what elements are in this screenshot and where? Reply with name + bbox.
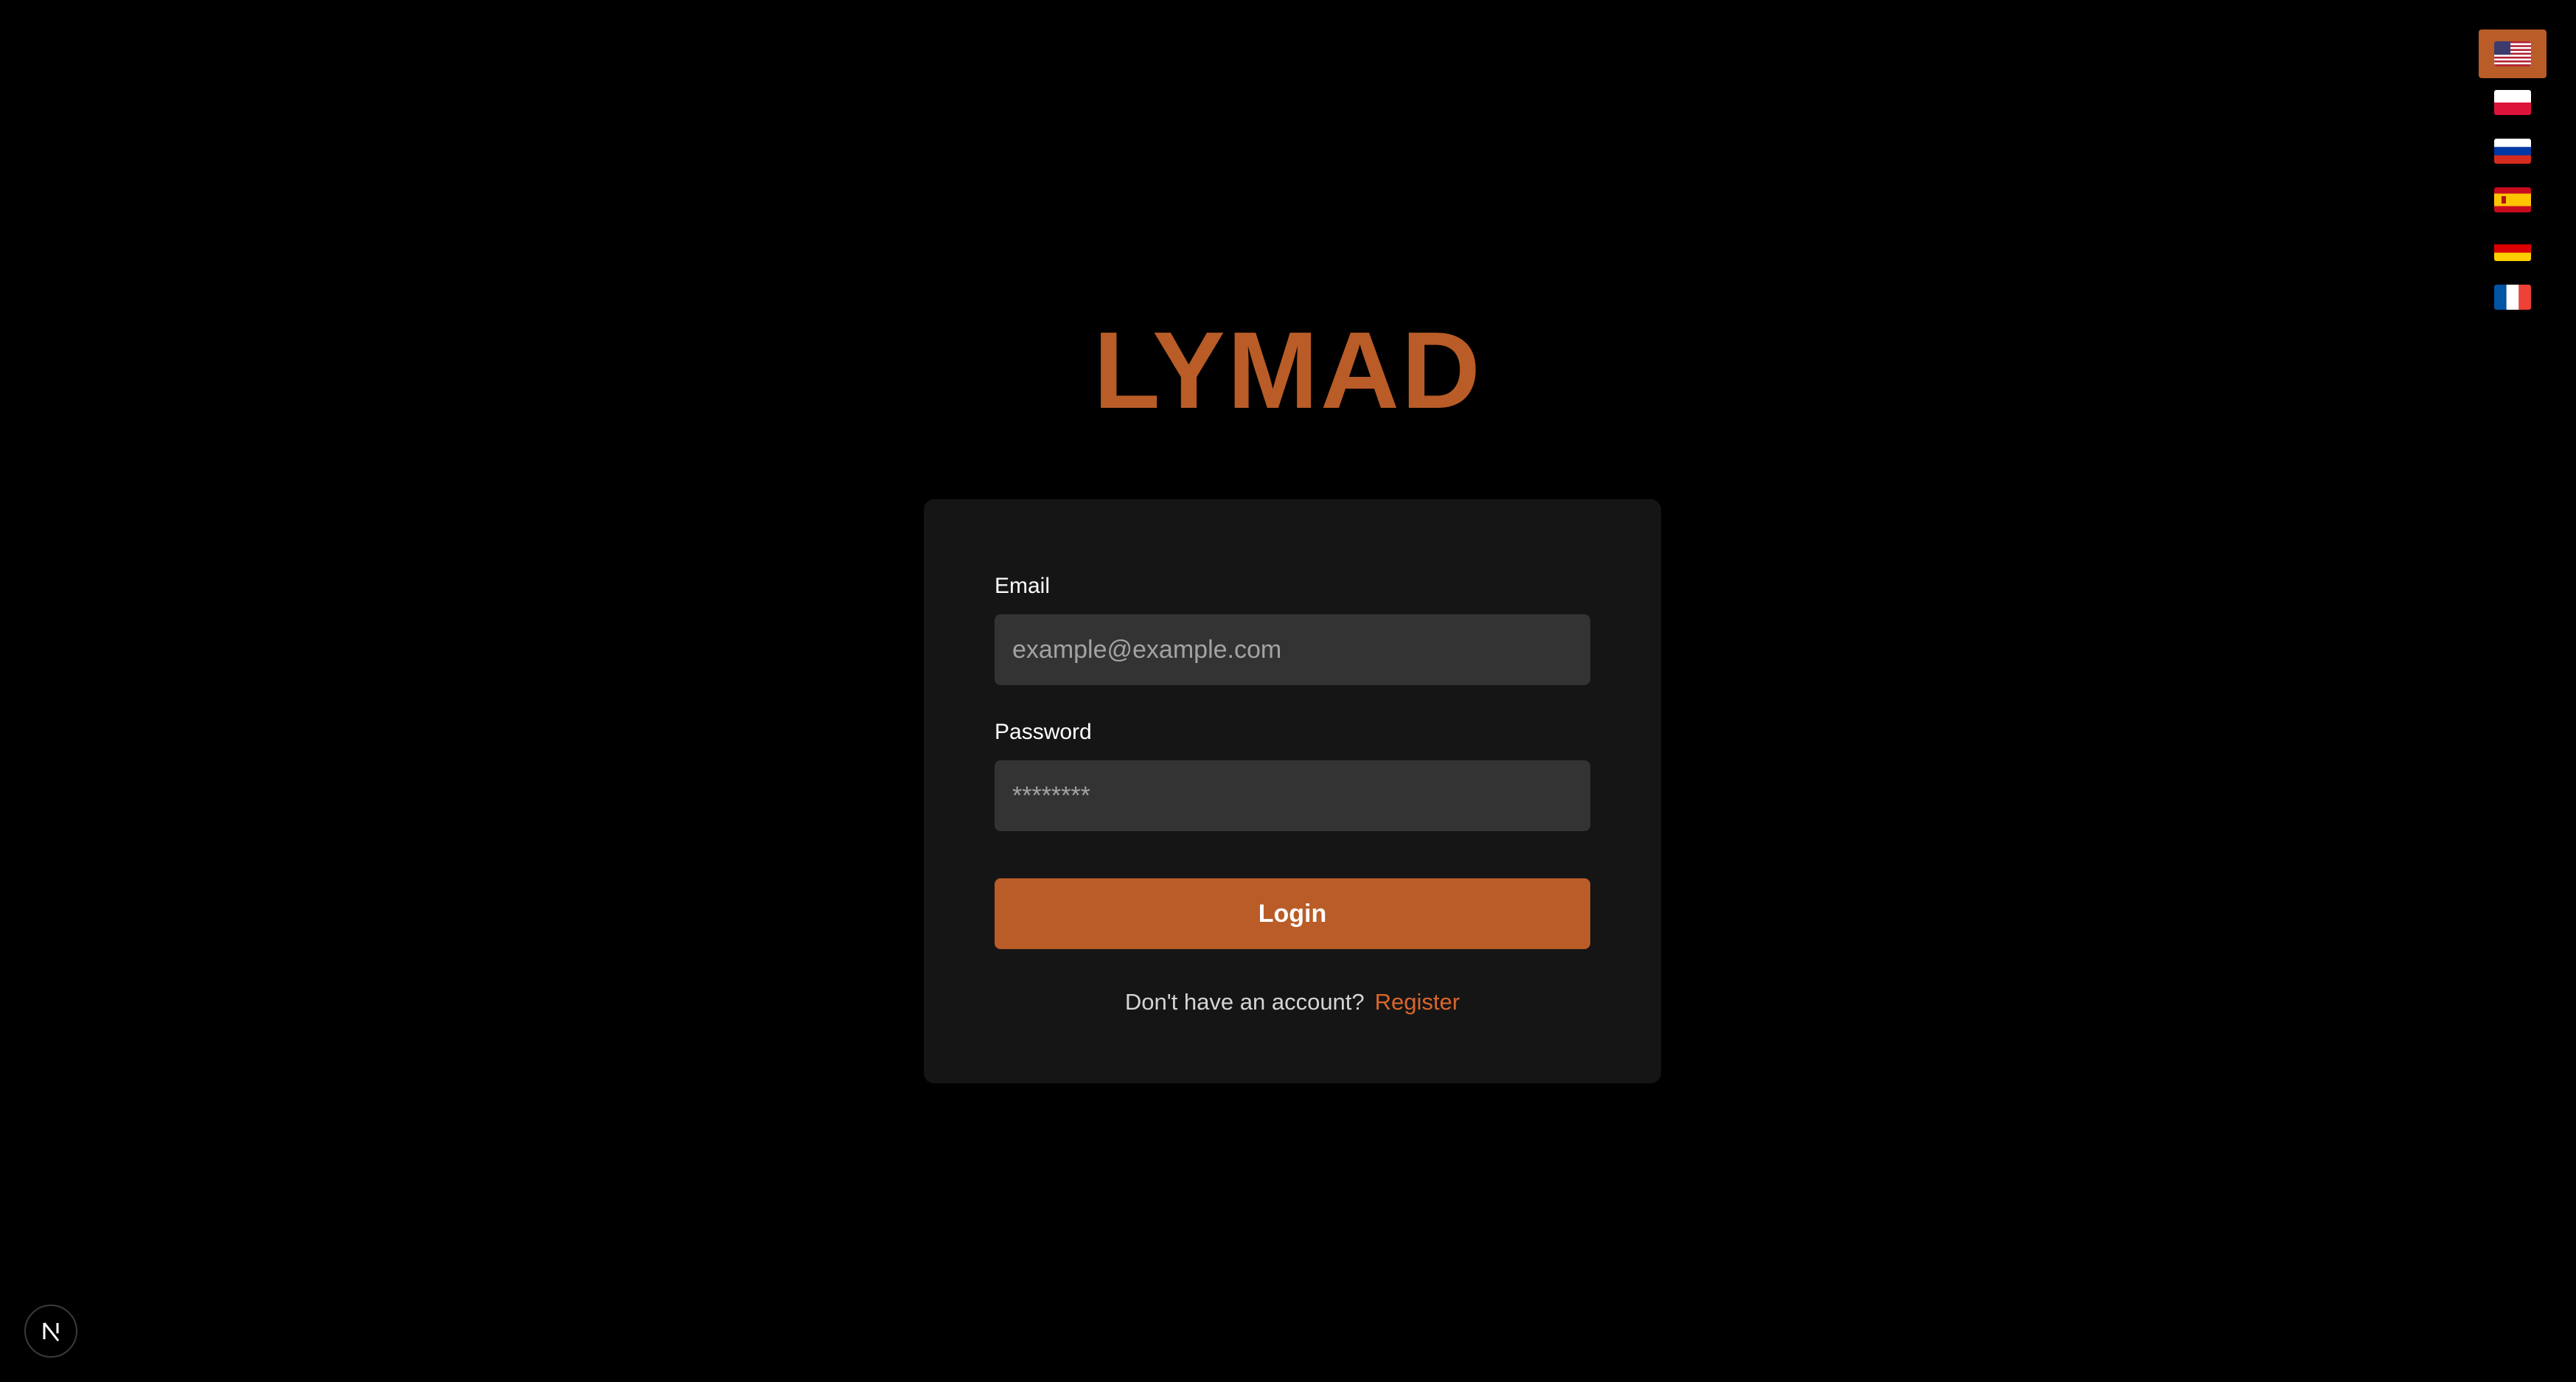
register-row: Don't have an account? Register <box>995 987 1590 1017</box>
us-flag-icon <box>2494 41 2531 66</box>
language-option-ru[interactable] <box>2479 127 2547 176</box>
login-card: Email Password Login Don't have an accou… <box>924 499 1661 1083</box>
spain-flag-icon <box>2494 187 2531 212</box>
germany-flag-icon <box>2494 236 2531 261</box>
login-page: LYMAD Email Password Login Don't have an… <box>0 0 2576 1382</box>
language-selector <box>2479 29 2547 322</box>
brand-logo: LYMAD <box>1093 310 1483 431</box>
language-option-en-us[interactable] <box>2479 29 2547 78</box>
nextjs-logo-icon <box>43 1322 60 1341</box>
email-label: Email <box>995 574 1051 598</box>
password-label: Password <box>995 720 1092 744</box>
register-prompt: Don't have an account? <box>1124 989 1365 1015</box>
language-option-de[interactable] <box>2479 224 2547 273</box>
dev-indicator-button[interactable] <box>24 1305 77 1358</box>
russia-flag-icon <box>2494 139 2531 164</box>
field-spacer <box>995 685 1590 719</box>
language-option-pl[interactable] <box>2479 78 2547 127</box>
france-flag-icon <box>2494 285 2531 310</box>
login-button[interactable]: Login <box>995 878 1590 949</box>
password-input[interactable] <box>995 760 1590 831</box>
poland-flag-icon <box>2494 90 2531 115</box>
register-link[interactable]: Register <box>1375 989 1460 1015</box>
language-option-es[interactable] <box>2479 176 2547 224</box>
email-input[interactable] <box>995 614 1590 685</box>
